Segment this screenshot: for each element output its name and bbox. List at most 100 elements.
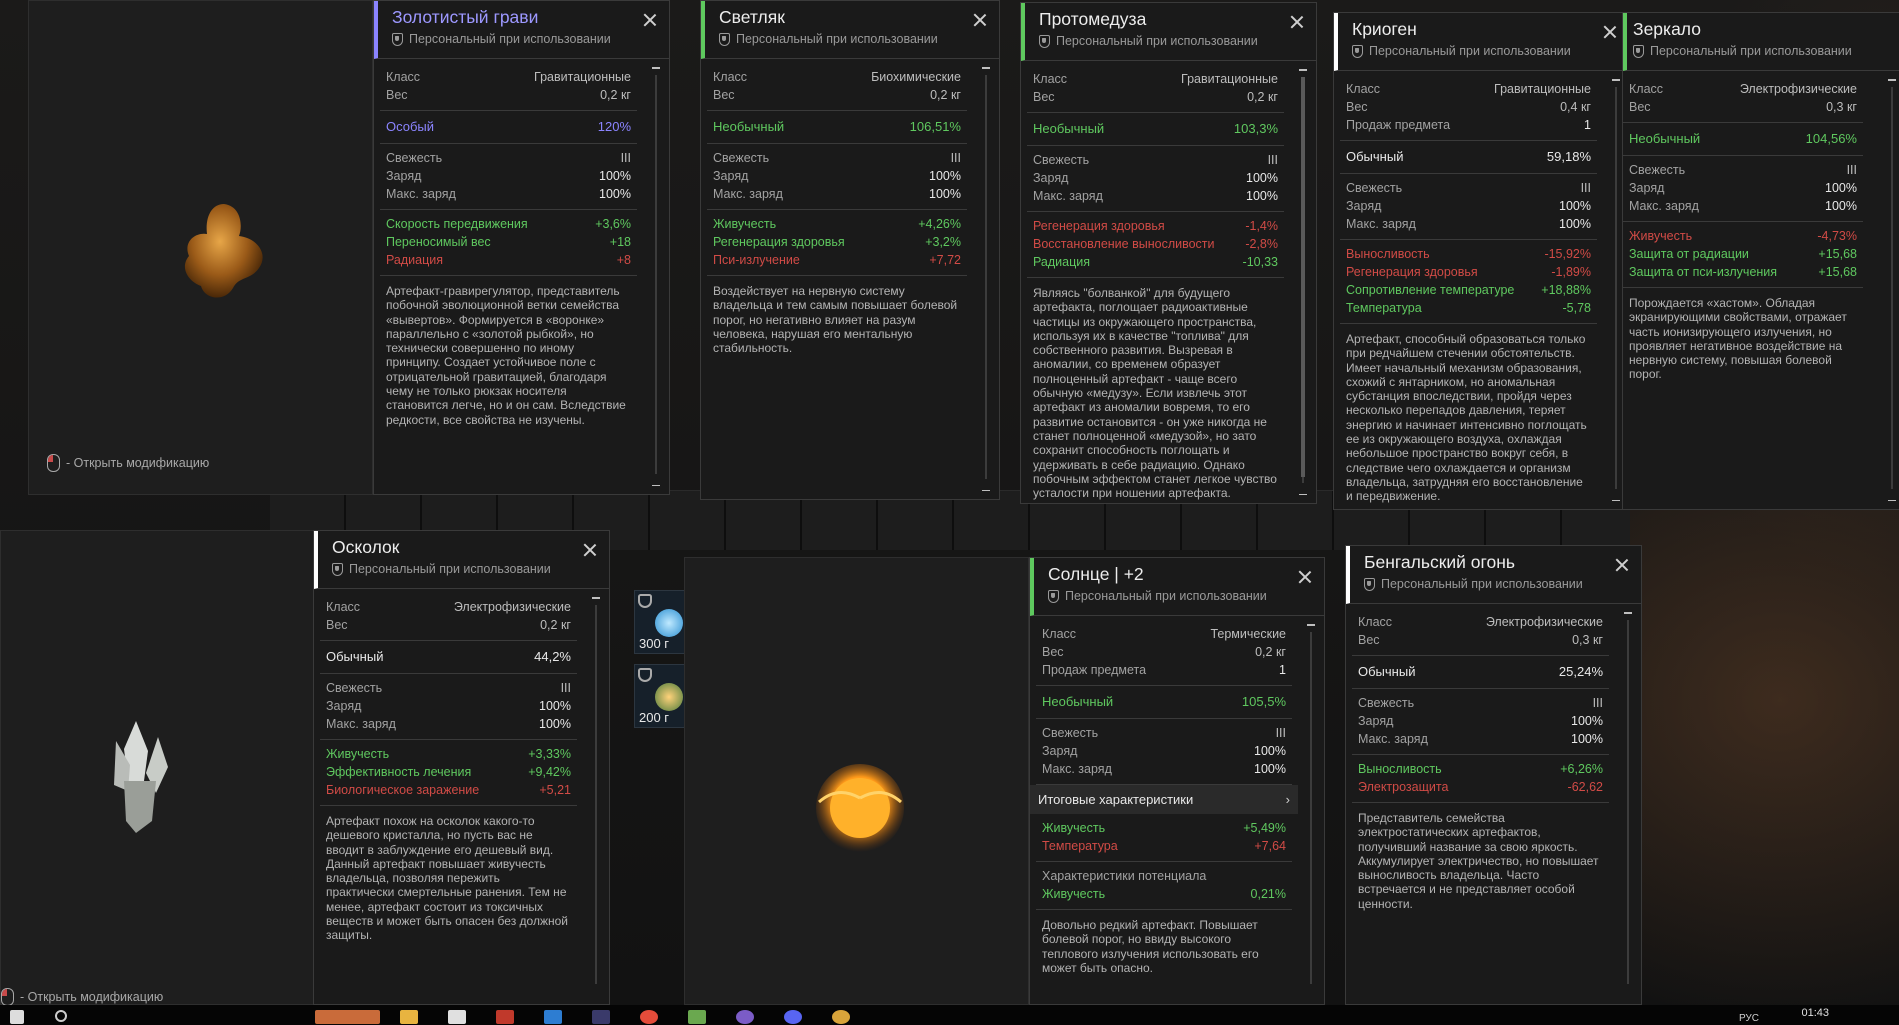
close-icon[interactable] [1603, 25, 1617, 39]
scrollbar[interactable] [1306, 616, 1316, 998]
base-section: Класс Биохимические Вес 0,2 кг [707, 63, 967, 111]
stat-key: Вес [1629, 100, 1651, 114]
effect-row: Живучесть +5,49% [1042, 819, 1286, 837]
stat-value: III [1592, 696, 1603, 710]
card-header: Осколок Персональный при использовании [314, 531, 609, 589]
artifact-card-kriogen: Криоген Персональный при использовании К… [1333, 12, 1630, 510]
chevron-right-icon: › [1285, 792, 1290, 807]
close-icon[interactable] [643, 13, 657, 27]
search-icon[interactable] [55, 1010, 67, 1022]
effect-key: Эффективность лечения [326, 765, 472, 779]
open-modification-hint[interactable]: - Открыть модификацию [1, 988, 163, 1006]
golden-gravi-artifact-image [184, 204, 263, 298]
stat-row: Класс Гравитационные [386, 68, 631, 86]
total-stats-toggle[interactable]: Итоговые характеристики › [1030, 785, 1298, 814]
base-section: Класс Гравитационные Вес 0,2 кг [380, 63, 637, 111]
effects-section: Скорость передвижения +3,6% Переносимый в… [380, 210, 637, 276]
folder-icon[interactable] [400, 1010, 418, 1024]
effect-row: Биологическое заражение +5,21 [326, 781, 571, 799]
stat-key: Класс [1042, 627, 1077, 641]
stat-value: 1 [1279, 663, 1286, 677]
app-icon[interactable] [592, 1010, 610, 1024]
shield-icon [719, 32, 730, 46]
artifact-card-zerkalo: Зеркало Персональный при использовании К… [1622, 12, 1899, 510]
app-icon[interactable] [448, 1010, 466, 1024]
stat-key: Вес [386, 88, 408, 102]
stat-row: Свежесть III [1042, 724, 1286, 742]
card-header: Протомедуза Персональный при использован… [1021, 3, 1316, 61]
app-icon[interactable] [315, 1010, 380, 1024]
rarity-key: Необычный [1629, 131, 1701, 146]
shield-icon [1633, 44, 1644, 58]
rarity-value: 103,3% [1233, 121, 1278, 136]
scrollbar[interactable] [591, 589, 601, 998]
effect-value: -4,73% [1817, 229, 1857, 243]
stat-row: Заряд 100% [1629, 179, 1857, 197]
scrollbar[interactable] [651, 59, 661, 488]
stat-row: Макс. заряд 100% [1358, 730, 1603, 748]
total-stats-label: Итоговые характеристики [1038, 792, 1194, 807]
card-body: Класс Гравитационные Вес 0,2 кг Особый 120%… [374, 59, 643, 494]
stat-key: Вес [1033, 90, 1055, 104]
rarity-row: Необычный 103,3% [1033, 120, 1278, 138]
stat-value: 100% [1825, 199, 1857, 213]
effect-row: Живучесть +3,33% [326, 745, 571, 763]
card-subtitle: Персональный при использовании [719, 32, 965, 46]
scrollbar[interactable] [981, 59, 991, 493]
effect-key: Температура [1042, 839, 1118, 853]
browser-icon[interactable] [640, 1010, 658, 1024]
stat-row: Вес 0,2 кг [386, 86, 631, 104]
close-icon[interactable] [1290, 15, 1304, 29]
artifact-card-bengalsky: Бенгальский огонь Персональный при испол… [1345, 545, 1642, 1005]
close-icon[interactable] [973, 13, 987, 27]
app-icon[interactable] [544, 1010, 562, 1024]
language-indicator[interactable]: РУС [1739, 1013, 1759, 1024]
scrollbar[interactable] [1298, 61, 1308, 497]
rarity-key: Обычный [326, 649, 384, 664]
open-modification-hint[interactable]: - Открыть модификацию [47, 454, 209, 472]
stat-row: Класс Электрофизические [1629, 80, 1857, 98]
windows-start-icon[interactable] [10, 1010, 24, 1024]
effect-value: -5,78 [1562, 301, 1592, 315]
effect-key: Переносимый вес [386, 235, 491, 249]
inventory-slot[interactable]: 300 г [634, 590, 686, 654]
effect-row: Пси-излучение +7,72 [713, 251, 961, 269]
app-icon[interactable] [496, 1010, 514, 1024]
stat-row: Класс Биохимические [713, 68, 961, 86]
artifact-card-oskolok: Осколок Персональный при использовании К… [313, 530, 610, 1005]
card-body: Класс Гравитационные Вес 0,4 кг Продаж пре… [1334, 71, 1603, 509]
stat-key: Свежесть [1033, 153, 1090, 167]
stat-value: 100% [1254, 744, 1286, 758]
artifact-description: Артефакт похож на осколок какого-то деше… [326, 814, 568, 943]
viber-icon[interactable] [736, 1010, 754, 1024]
app-icon[interactable] [832, 1010, 850, 1024]
rarity-row: Обычный 25,24% [1358, 663, 1603, 681]
stat-row: Продаж предмета 1 [1042, 661, 1286, 679]
stat-row: Свежесть III [1033, 151, 1278, 169]
stat-value: Термические [1210, 627, 1286, 641]
clock[interactable]: 01:43 [1801, 1007, 1829, 1019]
discord-icon[interactable] [784, 1010, 802, 1024]
scrollbar[interactable] [1887, 71, 1897, 503]
effect-row: Сопротивление температуре +18,88% [1346, 281, 1591, 299]
stat-key: Макс. заряд [1629, 199, 1699, 213]
effect-key: Сопротивление температуре [1346, 283, 1515, 297]
effects-section: Живучесть +5,49% Температура +7,64 [1036, 814, 1292, 862]
inventory-slot[interactable]: 200 г [634, 664, 686, 728]
close-icon[interactable] [583, 543, 597, 557]
stat-row: Класс Гравитационные [1033, 70, 1278, 88]
artifact-description: Являясь "болванкой" для будущего артефак… [1033, 286, 1277, 501]
card-title: Криоген [1352, 19, 1417, 39]
stat-key: Макс. заряд [713, 187, 783, 201]
rarity-value: 59,18% [1546, 149, 1591, 164]
app-icon[interactable] [688, 1010, 706, 1024]
scrollbar[interactable] [1623, 604, 1633, 998]
stat-key: Вес [326, 618, 348, 632]
effect-value: -15,92% [1544, 247, 1591, 261]
stat-value: 0,3 кг [1826, 100, 1857, 114]
close-icon[interactable] [1298, 570, 1312, 584]
rarity-key: Обычный [1346, 149, 1404, 164]
effect-row: Переносимый вес +18 [386, 233, 631, 251]
stat-key: Макс. заряд [1358, 732, 1428, 746]
close-icon[interactable] [1615, 558, 1629, 572]
